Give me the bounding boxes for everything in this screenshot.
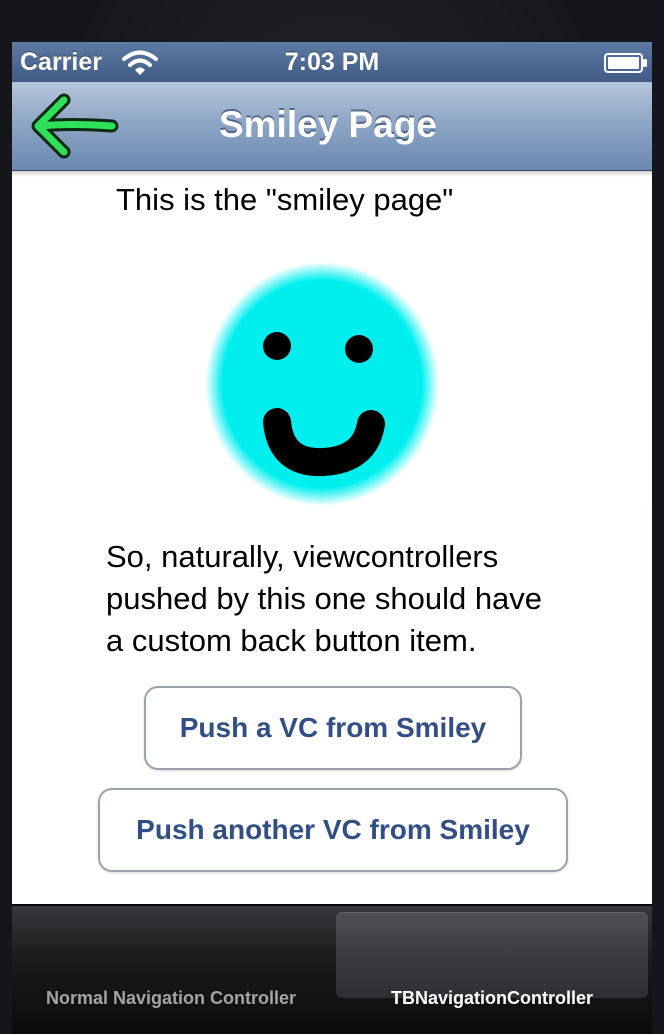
screen: Carrier 7:03 PM Smiley Page This is the …: [12, 42, 652, 1034]
tab-label: Normal Navigation Controller: [45, 988, 297, 1008]
nav-bar-shadow: [12, 171, 652, 177]
battery-icon: [604, 53, 648, 78]
device-frame: Carrier 7:03 PM Smiley Page This is the …: [0, 0, 664, 1034]
description-line: So, naturally, viewcontrollers: [106, 539, 499, 574]
push-another-vc-button[interactable]: Push another VC from Smiley: [98, 788, 568, 872]
tab-bar: Normal Navigation Controller TBNavigatio…: [12, 904, 652, 1034]
page-title: Smiley Page: [218, 104, 437, 145]
smiley-face-icon: [205, 262, 439, 506]
status-bar: Carrier 7:03 PM: [12, 42, 652, 82]
tab-label: TBNavigationController: [390, 988, 593, 1008]
page-caption: This is the "smiley page": [116, 182, 454, 217]
tab-normal-navigation-controller[interactable]: Normal Navigation Controller: [12, 912, 330, 1008]
tab-tbnavigationcontroller[interactable]: TBNavigationController: [336, 912, 648, 1008]
clock-label: 7:03 PM: [284, 48, 380, 76]
description-line: a custom back button item.: [106, 623, 477, 658]
push-vc-button[interactable]: Push a VC from Smiley: [144, 686, 522, 770]
description-line: pushed by this one should have: [106, 581, 543, 616]
navigation-bar: Smiley Page: [12, 82, 652, 171]
description-text: So, naturally, viewcontrollers pushed by…: [106, 536, 626, 662]
